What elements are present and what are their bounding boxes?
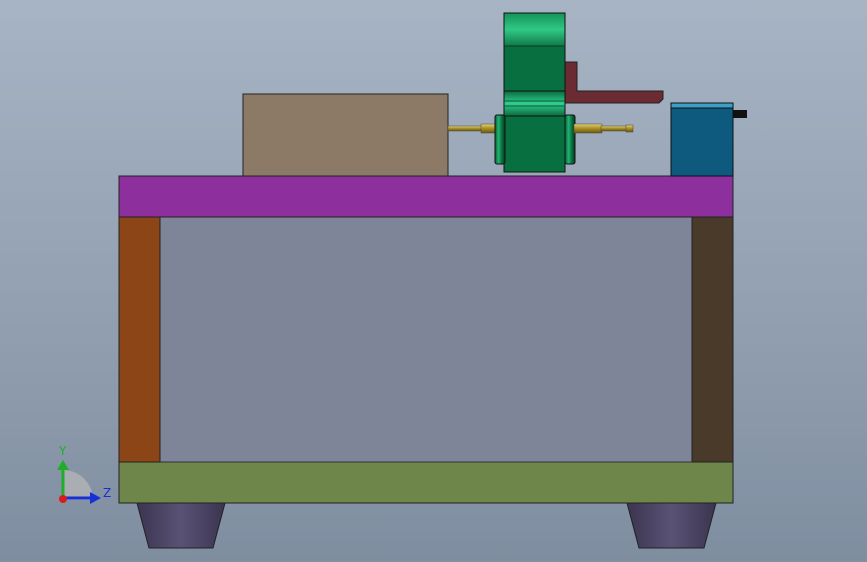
gearbox-block[interactable] <box>242 93 449 177</box>
y-axis-arrow <box>57 460 69 470</box>
table-top[interactable] <box>118 175 734 218</box>
y-axis-label: Y <box>58 444 67 458</box>
center-panel[interactable] <box>159 216 694 463</box>
z-axis-label: Z <box>103 486 111 500</box>
control-box[interactable] <box>670 102 734 177</box>
coordinate-triad: Y Z <box>57 444 111 504</box>
right-hub[interactable] <box>564 114 576 165</box>
motor-middle-band[interactable] <box>503 90 566 117</box>
left-hub[interactable] <box>494 114 506 165</box>
triad-arc <box>63 470 93 500</box>
z-axis-arrow <box>90 492 101 504</box>
control-box-lid[interactable] <box>670 102 734 109</box>
right-foot[interactable] <box>626 502 717 549</box>
right-shaft[interactable] <box>600 125 628 132</box>
x-axis-dot <box>59 495 67 503</box>
cad-viewport[interactable]: Y Z <box>0 0 867 562</box>
motor-top-band[interactable] <box>503 12 566 47</box>
left-shaft[interactable] <box>447 125 483 132</box>
right-leg[interactable] <box>691 216 734 463</box>
right-shaft-collar[interactable] <box>573 123 603 134</box>
left-leg[interactable] <box>118 216 161 463</box>
base-frame[interactable] <box>118 461 734 504</box>
right-shaft-tip[interactable] <box>625 124 634 133</box>
bracket[interactable] <box>564 61 664 104</box>
control-box-plug[interactable] <box>733 110 747 118</box>
left-foot[interactable] <box>136 502 226 549</box>
